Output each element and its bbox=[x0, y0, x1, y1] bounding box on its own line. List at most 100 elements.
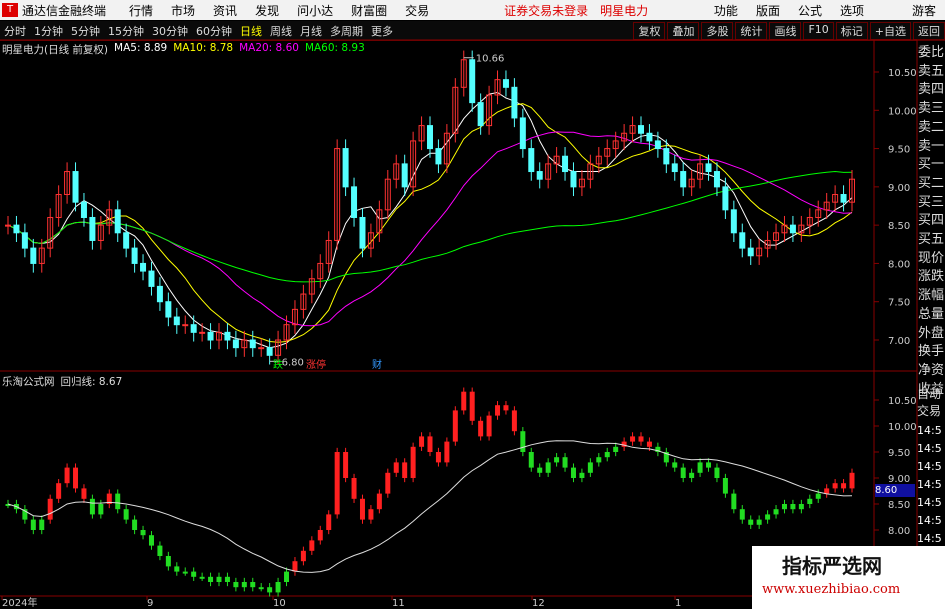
axis-top-label: 8.00 bbox=[888, 259, 910, 270]
side-item-7[interactable]: 买二 bbox=[917, 175, 945, 194]
ind-bar bbox=[756, 519, 762, 525]
axis-top-label: 7.50 bbox=[888, 298, 910, 309]
ind-bar bbox=[132, 519, 138, 530]
side-item-9[interactable]: 买四 bbox=[917, 212, 945, 231]
ind-bar bbox=[748, 519, 754, 525]
candle-body bbox=[528, 148, 535, 173]
ind-bar bbox=[537, 467, 543, 473]
candle-body bbox=[435, 148, 442, 165]
axis-top-label: 10.00 bbox=[888, 106, 917, 117]
side-item-3[interactable]: 卖三 bbox=[917, 100, 945, 119]
ind-bar bbox=[562, 457, 568, 468]
ind-bar bbox=[765, 514, 771, 520]
candle-body bbox=[140, 262, 147, 272]
watermark: 指标严选网 www.xuezhibiao.com bbox=[752, 546, 945, 609]
time-cell: 14:5 bbox=[917, 424, 942, 437]
ind-bar bbox=[798, 504, 804, 510]
ind-bar bbox=[317, 530, 323, 541]
axis-bottom-label: 10.50 bbox=[888, 396, 917, 407]
low-label: 6.80 bbox=[282, 357, 304, 368]
ind-bar bbox=[706, 462, 712, 468]
ind-bar bbox=[841, 483, 847, 489]
candle-body bbox=[663, 148, 670, 165]
candle-body bbox=[722, 186, 729, 211]
side-item-15[interactable]: 外盘 bbox=[917, 325, 945, 344]
time-cell: 14:5 bbox=[917, 460, 942, 473]
candle-body bbox=[351, 186, 358, 218]
ind-bar bbox=[284, 571, 290, 582]
ind-bar bbox=[233, 582, 239, 588]
side-item-4[interactable]: 卖二 bbox=[917, 119, 945, 138]
candle-body bbox=[789, 224, 796, 234]
ind-bar bbox=[73, 467, 79, 489]
side-item-16[interactable]: 换手 bbox=[917, 343, 945, 362]
side2-item-0[interactable]: 自动 bbox=[917, 385, 945, 402]
candle-body bbox=[72, 171, 79, 203]
side-item-1[interactable]: 卖五 bbox=[917, 63, 945, 82]
ind-bar bbox=[123, 509, 129, 520]
ind-bar bbox=[39, 519, 45, 530]
ind-bar bbox=[182, 571, 188, 574]
ind-bar bbox=[368, 509, 374, 520]
side-item-17[interactable]: 净资 bbox=[917, 362, 945, 381]
side-item-5[interactable]: 卖一 bbox=[917, 138, 945, 157]
side-item-10[interactable]: 买五 bbox=[917, 231, 945, 250]
ind-bar bbox=[849, 472, 855, 489]
regression-line bbox=[7, 440, 853, 573]
ind-bar bbox=[224, 576, 230, 582]
ind-bar bbox=[300, 550, 306, 562]
time-cell: 14:5 bbox=[917, 496, 942, 509]
candle-body bbox=[427, 125, 433, 150]
high-label: 10.66 bbox=[476, 54, 505, 65]
candle-body bbox=[401, 163, 408, 188]
ind-bar bbox=[393, 462, 399, 473]
ind-bar bbox=[604, 452, 610, 458]
side-item-14[interactable]: 总量 bbox=[917, 306, 945, 325]
ind-bar bbox=[520, 431, 526, 452]
ind-bar bbox=[503, 405, 509, 411]
candle-body bbox=[207, 331, 214, 341]
candle-body bbox=[80, 201, 87, 218]
ind-bar bbox=[444, 441, 450, 463]
candle-body bbox=[165, 301, 172, 318]
ind-bar bbox=[722, 478, 728, 494]
candle-body bbox=[654, 140, 661, 150]
ind-bar bbox=[64, 467, 70, 484]
side-item-8[interactable]: 买三 bbox=[917, 194, 945, 213]
axis-top-label: 10.50 bbox=[888, 68, 917, 79]
axis-top-label: 9.00 bbox=[888, 183, 910, 194]
ind-bar bbox=[613, 446, 619, 452]
ind-bar bbox=[478, 420, 484, 437]
candle-body bbox=[232, 339, 239, 349]
side-item-2[interactable]: 卖四 bbox=[917, 81, 945, 100]
side-item-6[interactable]: 买一 bbox=[917, 156, 945, 175]
kline-chart[interactable]: 10.50 10.00 9.50 9.00 8.50 8.00 7.50 7.00 10.50 1… bbox=[0, 0, 945, 609]
side-item-13[interactable]: 涨幅 bbox=[917, 287, 945, 306]
candle-body bbox=[224, 331, 231, 341]
candle-body bbox=[114, 209, 121, 234]
candle-body bbox=[258, 347, 265, 350]
side-item-11[interactable]: 现价 bbox=[917, 250, 945, 269]
ind-bar bbox=[781, 504, 787, 510]
ind-bar bbox=[148, 535, 154, 546]
ind-bar bbox=[174, 566, 180, 572]
ind-bar bbox=[191, 571, 197, 577]
candle-body bbox=[182, 324, 189, 327]
axis-top-label: 9.50 bbox=[888, 145, 910, 156]
candle-body bbox=[502, 79, 509, 88]
ind-bar bbox=[115, 493, 121, 510]
ind-bar bbox=[832, 483, 838, 489]
side2-item-1[interactable]: 交易 bbox=[917, 402, 945, 419]
ind-bar bbox=[292, 561, 298, 572]
side-item-12[interactable]: 涨跌 bbox=[917, 268, 945, 287]
side-item-0[interactable]: 委比 bbox=[917, 44, 945, 63]
x-axis-label: 9 bbox=[147, 598, 153, 609]
ind-bar bbox=[157, 545, 163, 556]
candle-body bbox=[646, 132, 653, 142]
ind-bar bbox=[646, 441, 652, 447]
ind-bar bbox=[216, 576, 222, 582]
axis-top-label: 7.00 bbox=[888, 336, 910, 347]
ind-bar bbox=[815, 493, 821, 499]
ind-bar bbox=[402, 462, 408, 478]
candle-body bbox=[148, 270, 155, 287]
